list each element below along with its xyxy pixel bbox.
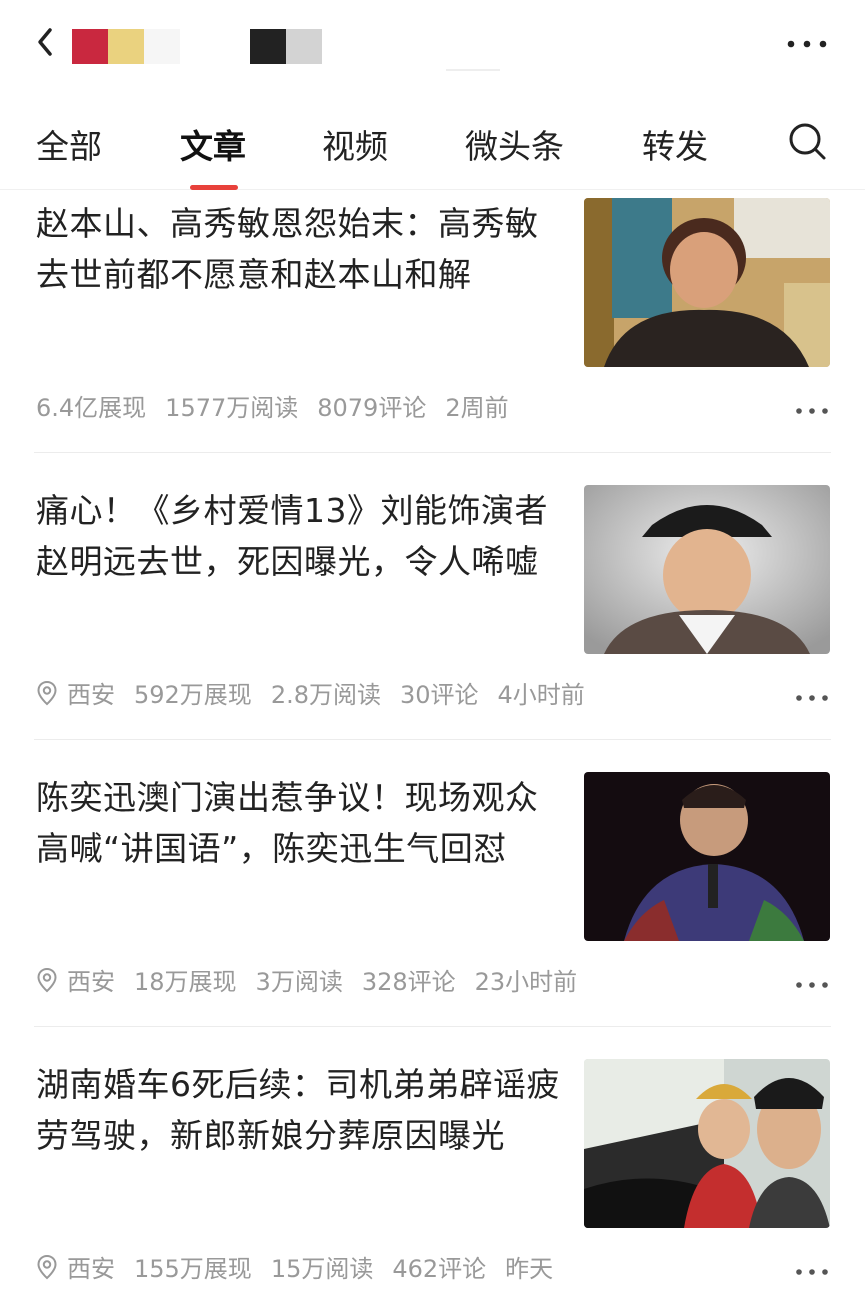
impressions-count: 155万展现 bbox=[134, 1255, 252, 1283]
content-tabs: 全部 文章 视频 微头条 转发 bbox=[0, 96, 865, 190]
article-more-button[interactable] bbox=[795, 689, 829, 701]
location-pin-icon bbox=[37, 967, 57, 992]
location-label: 西安 bbox=[67, 968, 115, 996]
comments-count: 8079评论 bbox=[317, 394, 427, 422]
more-horizontal-icon bbox=[796, 695, 828, 701]
location-label: 西安 bbox=[67, 1255, 115, 1283]
search-button[interactable] bbox=[786, 120, 830, 164]
chevron-left-icon bbox=[38, 28, 52, 56]
more-horizontal-icon bbox=[796, 408, 828, 414]
article-title[interactable]: 赵本山、高秀敏恩怨始末：高秀敏去世前都不愿意和赵本山和解 bbox=[36, 198, 566, 300]
back-button[interactable] bbox=[30, 22, 66, 66]
portrait-thumbnail-image bbox=[584, 485, 830, 654]
article-title[interactable]: 痛心！《乡村爱情13》刘能饰演者赵明远去世，死因曝光，令人唏嘘 bbox=[36, 485, 566, 587]
divider bbox=[34, 739, 831, 740]
tab-articles[interactable]: 文章 bbox=[180, 120, 246, 168]
tab-videos[interactable]: 视频 bbox=[322, 120, 388, 168]
divider bbox=[34, 452, 831, 453]
article-stats: 西安 155万展现 15万阅读 462评论 昨天 bbox=[36, 1249, 572, 1284]
comments-count: 30评论 bbox=[399, 681, 479, 709]
redaction-swatch bbox=[286, 29, 322, 64]
impressions-count: 592万展现 bbox=[134, 681, 252, 709]
article-more-button[interactable] bbox=[795, 1263, 829, 1275]
article-more-button[interactable] bbox=[795, 402, 829, 414]
search-icon bbox=[789, 123, 826, 160]
concert-thumbnail-image bbox=[584, 772, 830, 941]
article-thumbnail[interactable] bbox=[584, 198, 830, 367]
article-thumbnail[interactable] bbox=[584, 485, 830, 654]
reads-count: 15万阅读 bbox=[270, 1255, 374, 1283]
article-title[interactable]: 陈奕迅澳门演出惹争议！现场观众高喊“讲国语”，陈奕迅生气回怼 bbox=[36, 772, 566, 874]
article-thumbnail[interactable] bbox=[584, 772, 830, 941]
header-divider bbox=[446, 69, 500, 71]
redaction-swatch bbox=[144, 29, 180, 64]
portrait-thumbnail-image bbox=[584, 198, 830, 367]
redaction-swatch bbox=[72, 29, 108, 64]
impressions-count: 6.4亿展现 bbox=[36, 394, 147, 422]
article-stats: 6.4亿展现 1577万阅读 8079评论 2周前 bbox=[36, 388, 528, 423]
comments-count: 462评论 bbox=[392, 1255, 487, 1283]
reads-count: 2.8万阅读 bbox=[270, 681, 381, 709]
impressions-count: 18万展现 bbox=[134, 968, 237, 996]
comments-count: 328评论 bbox=[361, 968, 456, 996]
top-bar bbox=[0, 0, 865, 90]
article-title[interactable]: 湖南婚车6死后续：司机弟弟辟谣疲劳驾驶，新郎新娘分葬原因曝光 bbox=[36, 1059, 566, 1161]
article-more-button[interactable] bbox=[795, 976, 829, 988]
article-stats: 西安 592万展现 2.8万阅读 30评论 4小时前 bbox=[36, 675, 604, 710]
more-horizontal-icon bbox=[796, 982, 828, 988]
reads-count: 3万阅读 bbox=[255, 968, 343, 996]
wedding-car-thumbnail-image bbox=[584, 1059, 830, 1228]
publish-time: 昨天 bbox=[505, 1255, 554, 1283]
article-item[interactable]: 痛心！《乡村爱情13》刘能饰演者赵明远去世，死因曝光，令人唏嘘 西安 592万展… bbox=[0, 477, 865, 739]
divider bbox=[34, 1026, 831, 1027]
publish-time: 23小时前 bbox=[474, 968, 578, 996]
more-options-button[interactable] bbox=[785, 30, 829, 58]
tab-reposts[interactable]: 转发 bbox=[642, 120, 708, 168]
article-item[interactable]: 陈奕迅澳门演出惹争议！现场观众高喊“讲国语”，陈奕迅生气回怼 西安 18万展现 … bbox=[0, 764, 865, 1026]
publish-time: 2周前 bbox=[445, 394, 509, 422]
article-thumbnail[interactable] bbox=[584, 1059, 830, 1228]
more-horizontal-icon bbox=[787, 40, 827, 48]
redaction-swatch bbox=[250, 29, 286, 64]
reads-count: 1577万阅读 bbox=[165, 394, 299, 422]
more-horizontal-icon bbox=[796, 1269, 828, 1275]
location-pin-icon bbox=[37, 680, 57, 705]
article-item[interactable]: 赵本山、高秀敏恩怨始末：高秀敏去世前都不愿意和赵本山和解 6.4亿展现 1577… bbox=[0, 190, 865, 452]
location-label: 西安 bbox=[67, 681, 115, 709]
tab-micro-posts[interactable]: 微头条 bbox=[465, 120, 564, 168]
tab-all[interactable]: 全部 bbox=[36, 120, 102, 168]
location-pin-icon bbox=[37, 1254, 57, 1279]
publish-time: 4小时前 bbox=[497, 681, 585, 709]
article-item[interactable]: 湖南婚车6死后续：司机弟弟辟谣疲劳驾驶，新郎新娘分葬原因曝光 西安 155万展现… bbox=[0, 1051, 865, 1293]
article-stats: 西安 18万展现 3万阅读 328评论 23小时前 bbox=[36, 962, 596, 997]
redaction-swatch bbox=[108, 29, 144, 64]
